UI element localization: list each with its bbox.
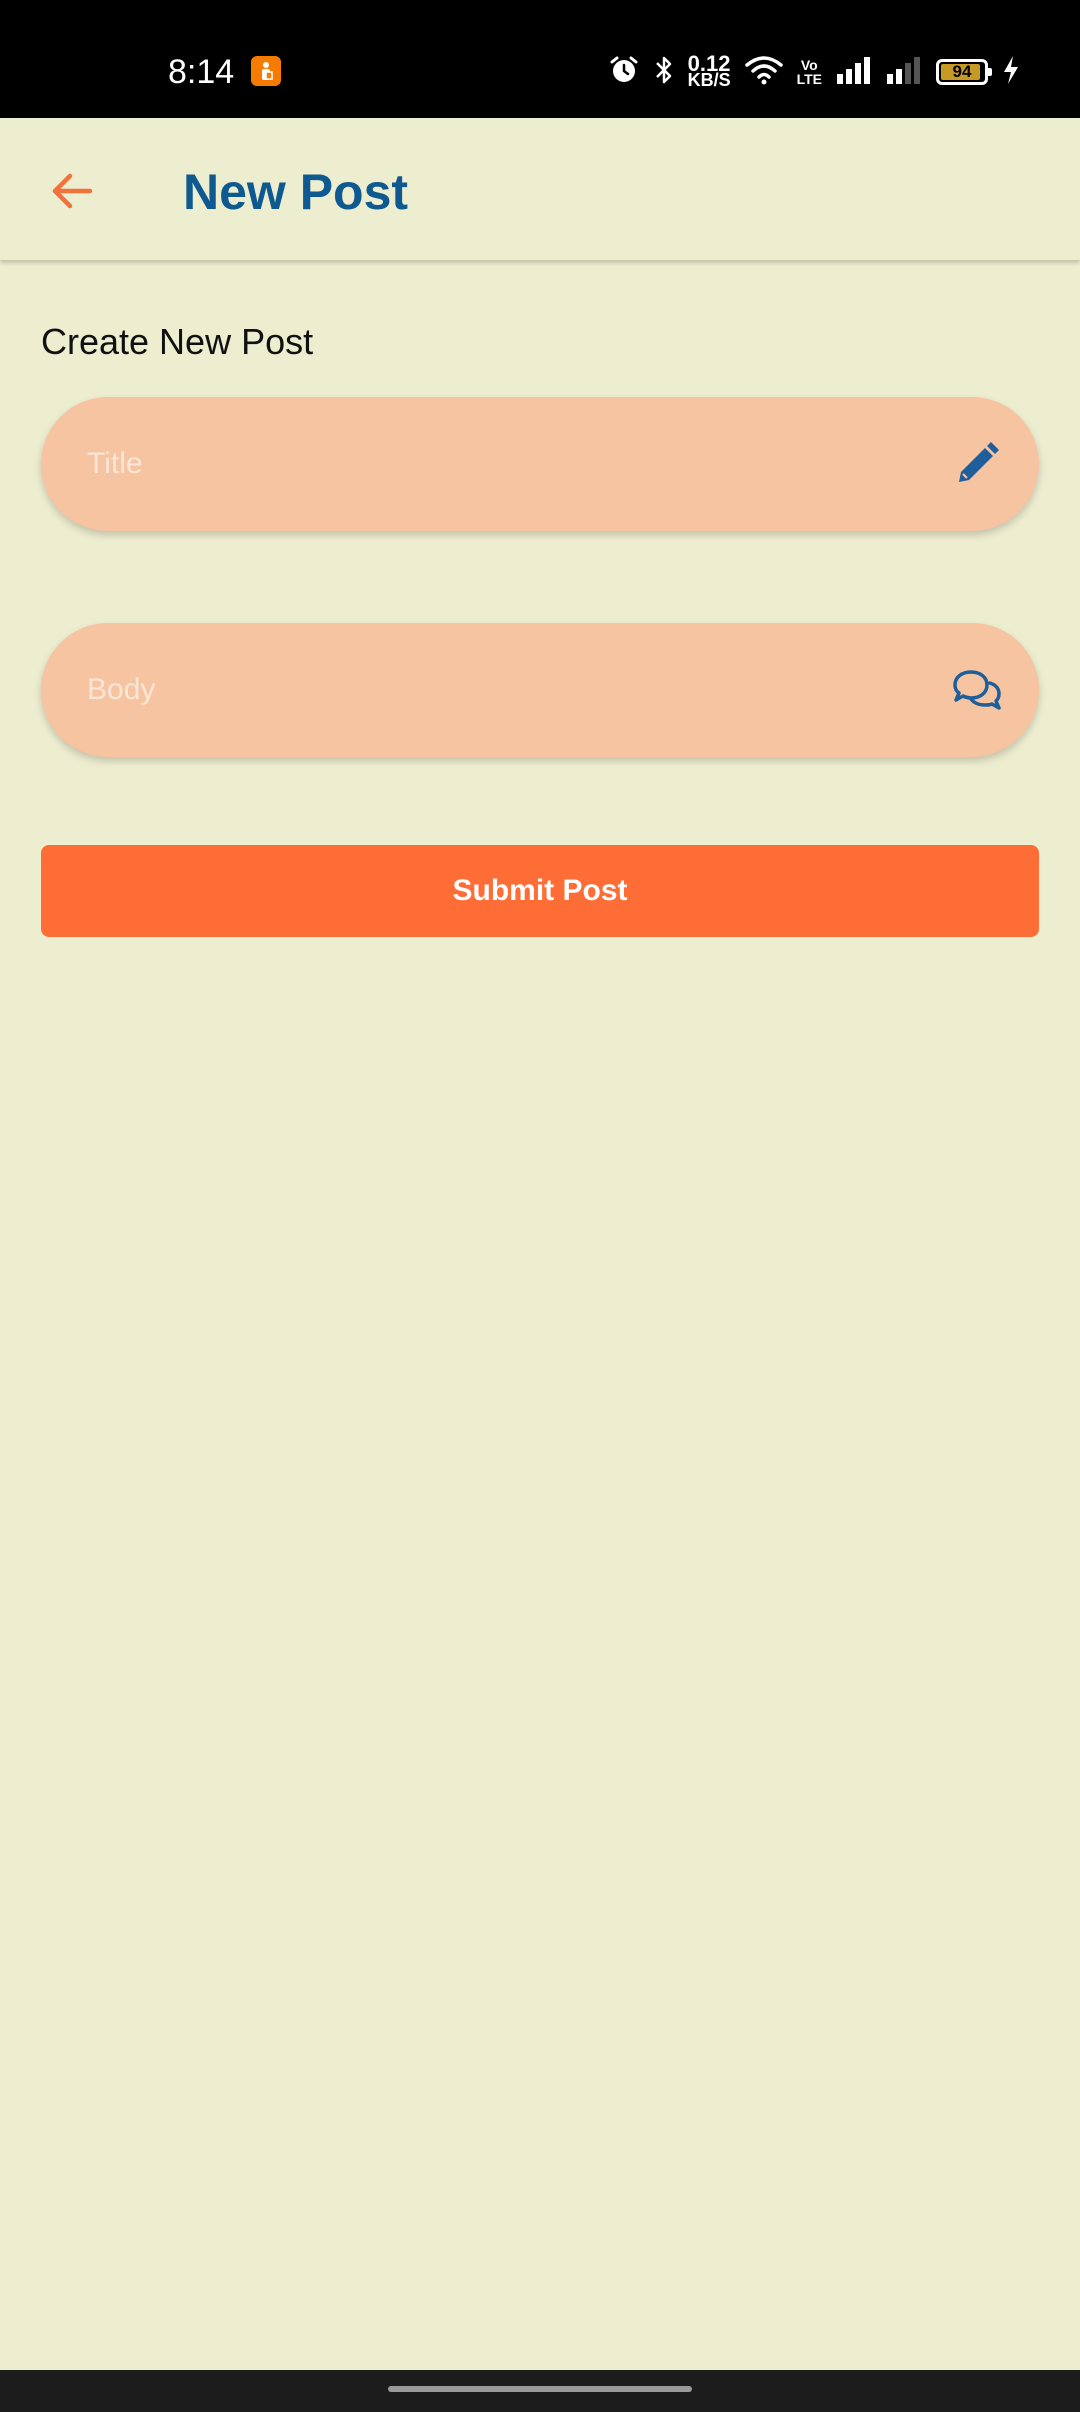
volte-indicator: Vo LTE <box>797 58 822 86</box>
status-bar: 8:14 0.12 KB/S Vo LTE 94 <box>0 0 1080 118</box>
signal-icon <box>836 56 872 89</box>
arrow-left-icon <box>48 167 96 220</box>
status-icons: 0.12 KB/S Vo LTE 94 <box>608 52 1020 92</box>
body-field[interactable] <box>41 623 1039 757</box>
signal-weak-icon <box>886 56 922 89</box>
volte-bottom: LTE <box>796 71 822 87</box>
status-time: 8:14 <box>168 53 235 91</box>
title-input[interactable] <box>85 433 949 495</box>
title-field[interactable] <box>41 397 1039 531</box>
battery-tip <box>988 68 992 76</box>
pencil-icon <box>949 436 1005 492</box>
back-button[interactable] <box>36 157 108 229</box>
bluetooth-icon <box>654 54 674 91</box>
submit-post-button[interactable]: Submit Post <box>41 845 1039 937</box>
alarm-icon <box>608 54 640 91</box>
battery-level: 94 <box>952 62 972 81</box>
page-title: New Post <box>183 164 409 220</box>
battery-icon: 94 <box>936 59 992 85</box>
navigation-bar <box>0 2370 1080 2412</box>
app-notification-icon <box>251 56 281 86</box>
home-gesture-handle[interactable] <box>388 2386 692 2392</box>
network-speed-unit: KB/S <box>687 70 731 90</box>
body-input[interactable] <box>85 659 949 721</box>
chat-bubbles-icon <box>949 662 1005 718</box>
wifi-icon <box>744 55 783 90</box>
volte-top: Vo <box>800 57 818 73</box>
app-bar: New Post <box>0 118 1080 260</box>
charging-icon <box>1002 55 1020 90</box>
form-heading: Create New Post <box>41 321 314 362</box>
network-speed: 0.12 KB/S <box>687 53 731 90</box>
